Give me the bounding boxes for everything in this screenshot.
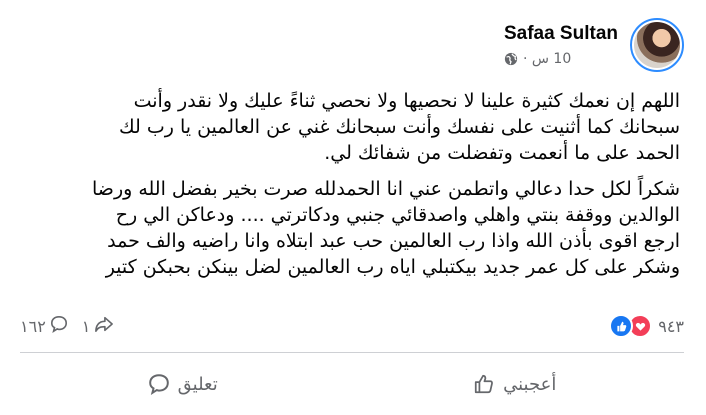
post-meta: 10 س ·	[504, 51, 618, 67]
text-line: الحمد على ما أنعمت وتفضلت من شفائك لي.	[324, 142, 680, 164]
reactions-summary[interactable]: ٩٤٣	[609, 314, 684, 338]
like-button-label: أعجبني	[503, 373, 557, 395]
comments-count: ١٦٢	[20, 316, 46, 336]
action-bar: أعجبني تعليق	[20, 364, 684, 404]
reactions-count[interactable]: ٩٤٣	[658, 317, 684, 336]
avatar-image	[634, 22, 680, 68]
text-line: الوالدين ووقفة بنتي واهلي واصدقائي جنبي …	[115, 204, 680, 226]
text-line: ارجع اقوى بأذن الله واذا رب العالمين حب …	[107, 230, 680, 252]
like-reaction-icon	[609, 314, 634, 338]
comment-button-label: تعليق	[177, 373, 218, 395]
like-button[interactable]: أعجبني	[453, 367, 576, 401]
interaction-counts: ١٦٢ ١	[20, 315, 114, 337]
share-icon	[94, 315, 114, 337]
text-line: اللهم إن نعمك كثيرة علينا لا نحصيها ولا …	[133, 90, 680, 112]
header-text: Safaa Sultan 10 س ·	[504, 23, 618, 67]
post-header: Safaa Sultan 10 س ·	[504, 18, 684, 72]
comments-count-item[interactable]: ١٦٢	[20, 315, 68, 337]
post-paragraph-1: اللهم إن نعمك كثيرة علينا لا نحصيها ولا …	[40, 88, 680, 166]
divider	[20, 352, 684, 353]
shares-count: ١	[81, 316, 91, 336]
post-time[interactable]: 10 س ·	[523, 51, 571, 67]
globe-icon	[504, 52, 518, 66]
facebook-post: Safaa Sultan 10 س · اللهم إن نعمك كثيرة …	[0, 0, 706, 415]
author-name[interactable]: Safaa Sultan	[504, 23, 618, 45]
text-line: سبحانك كما أثنيت على نفسك وأنت سبحانك غن…	[119, 116, 680, 138]
text-line: شكراً لكل حدا دعالي واتطمن عني انا الحمد…	[92, 178, 680, 200]
comment-icon	[148, 373, 170, 395]
post-text: اللهم إن نعمك كثيرة علينا لا نحصيها ولا …	[40, 88, 680, 290]
shares-count-item[interactable]: ١	[82, 315, 115, 337]
comment-icon	[50, 315, 68, 337]
thumbs-up-icon	[473, 373, 495, 395]
post-paragraph-2: شكراً لكل حدا دعالي واتطمن عني انا الحمد…	[40, 176, 680, 280]
comment-button[interactable]: تعليق	[128, 367, 238, 401]
reaction-icons	[609, 314, 653, 338]
engagement-row: ٩٤٣ ١٦٢ ١	[20, 313, 684, 339]
text-line: وشكر على كل عمر جديد بيكتبلي اياه رب الع…	[105, 256, 680, 278]
avatar[interactable]	[630, 18, 684, 72]
